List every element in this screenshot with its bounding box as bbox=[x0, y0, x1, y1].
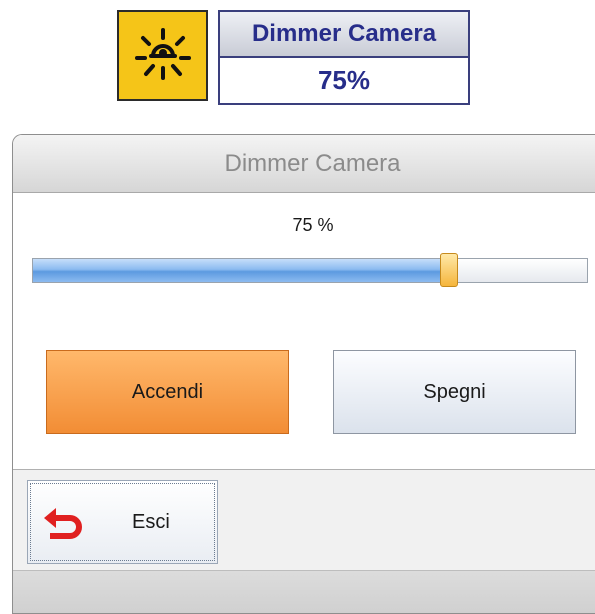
exit-label: Esci bbox=[132, 510, 170, 533]
dimmer-widget-icon-button[interactable] bbox=[117, 10, 208, 101]
widget-title: Dimmer Camera bbox=[220, 12, 468, 58]
footer-button-area: Esci bbox=[13, 470, 595, 570]
level-label: 75 % bbox=[292, 215, 334, 235]
dialog-footer: Esci bbox=[13, 469, 595, 613]
turn-off-button[interactable]: Spegni bbox=[333, 350, 576, 434]
dialog-title: Dimmer Camera bbox=[13, 135, 595, 193]
slider-fill bbox=[33, 259, 449, 282]
turn-on-button[interactable]: Accendi bbox=[46, 350, 289, 434]
footer-bar bbox=[13, 570, 595, 613]
brightness-slider[interactable] bbox=[32, 253, 588, 287]
widget-value: 75% bbox=[317, 65, 371, 95]
dimmer-dialog: Dimmer Camera 75 % Accendi Spegni Esci bbox=[12, 134, 595, 614]
exit-button[interactable]: Esci bbox=[27, 480, 218, 564]
dimmer-widget-panel[interactable]: Dimmer Camera 75% bbox=[218, 10, 470, 105]
light-bulb-icon bbox=[134, 27, 191, 80]
undo-arrow-icon bbox=[44, 508, 82, 539]
slider-thumb[interactable] bbox=[439, 253, 458, 287]
